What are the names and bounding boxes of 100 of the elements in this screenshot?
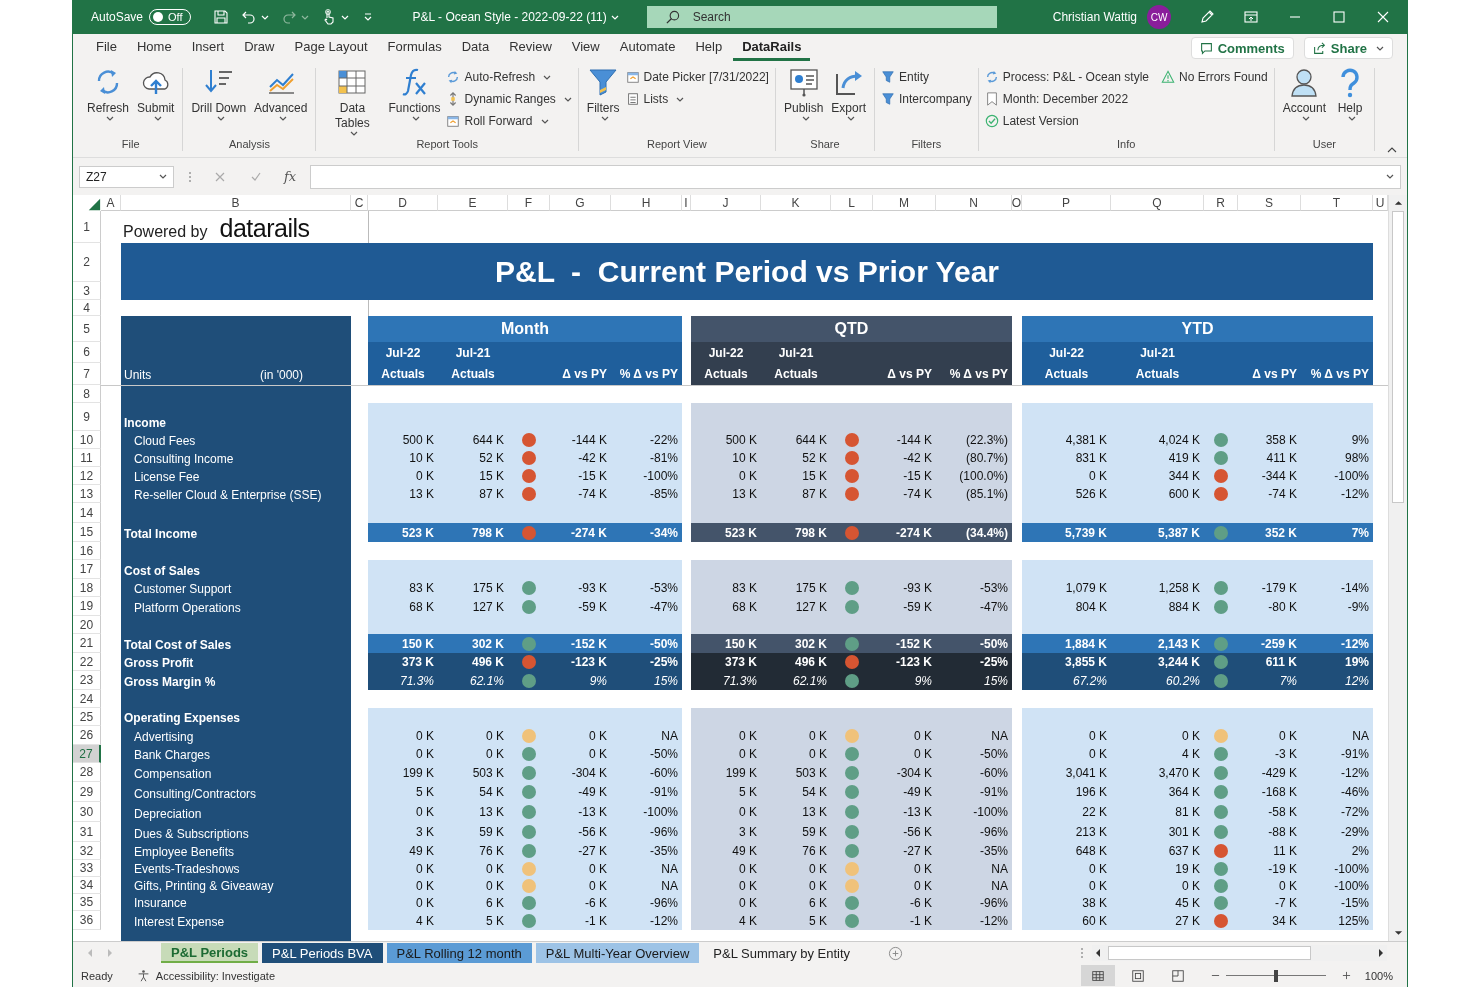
search-field[interactable]: Search bbox=[646, 6, 997, 28]
insert-function-button[interactable]: fx bbox=[284, 169, 297, 184]
ribbon-button[interactable]: Submit bbox=[135, 64, 177, 123]
accessibility-icon[interactable] bbox=[136, 969, 150, 982]
column-header[interactable]: G bbox=[550, 195, 611, 211]
maximize-icon[interactable] bbox=[1331, 9, 1347, 25]
drag-handle-icon[interactable] bbox=[188, 170, 192, 183]
column-header[interactable]: M bbox=[873, 195, 936, 211]
row-header[interactable]: 35 bbox=[73, 894, 101, 911]
row-header[interactable]: 27 bbox=[73, 745, 101, 763]
column-header[interactable]: O bbox=[1012, 195, 1022, 211]
row-header[interactable]: 7 bbox=[73, 363, 101, 385]
row-header[interactable]: 2 bbox=[73, 243, 101, 282]
zoom-level[interactable]: 100% bbox=[1364, 969, 1393, 982]
column-header[interactable]: S bbox=[1238, 195, 1301, 211]
row-header[interactable]: 5 bbox=[73, 316, 101, 342]
row-header[interactable]: 18 bbox=[73, 579, 101, 597]
ribbon-tab[interactable]: Home bbox=[127, 35, 181, 61]
zoom-thumb[interactable] bbox=[1273, 969, 1278, 982]
share-button[interactable]: Share bbox=[1303, 37, 1393, 59]
column-header[interactable]: F bbox=[508, 195, 550, 211]
ribbon-tab[interactable]: Data bbox=[452, 35, 499, 61]
sheet-tab[interactable]: P&L Multi-Year Overview bbox=[535, 943, 700, 963]
column-header[interactable]: A bbox=[101, 195, 121, 211]
column-header[interactable]: P bbox=[1022, 195, 1111, 211]
drag-handle-icon[interactable] bbox=[1080, 947, 1084, 959]
column-header[interactable]: K bbox=[761, 195, 831, 211]
ribbon-button[interactable]: Help bbox=[1332, 64, 1369, 123]
customize-icon[interactable] bbox=[362, 12, 373, 22]
row-header[interactable]: 32 bbox=[73, 842, 101, 860]
add-sheet-icon[interactable] bbox=[888, 945, 904, 961]
ribbon-button[interactable]: Publish bbox=[781, 64, 826, 123]
scroll-up-icon[interactable] bbox=[1393, 200, 1403, 206]
row-header[interactable]: 15 bbox=[73, 523, 101, 542]
ribbon-button[interactable]: Functions bbox=[386, 64, 443, 123]
ribbon-button[interactable]: Month: December 2022 bbox=[984, 88, 1149, 110]
row-header[interactable]: 23 bbox=[73, 671, 101, 690]
row-header[interactable]: 34 bbox=[73, 877, 101, 894]
column-header[interactable]: Q bbox=[1111, 195, 1204, 211]
column-header[interactable]: N bbox=[936, 195, 1012, 211]
select-all-button[interactable] bbox=[87, 197, 101, 211]
ribbon-tab[interactable]: File bbox=[87, 35, 126, 61]
ribbon-tab[interactable]: Draw bbox=[235, 35, 284, 61]
ribbon-button[interactable]: Auto-Refresh bbox=[446, 66, 572, 88]
user-avatar[interactable]: CW bbox=[1147, 5, 1171, 29]
vertical-scrollbar[interactable] bbox=[1388, 195, 1407, 941]
row-header[interactable]: 13 bbox=[73, 485, 101, 503]
ribbon-button[interactable]: Intercompany bbox=[881, 88, 972, 110]
document-title[interactable]: P&L - Ocean Style - 2022-09-22 (11) bbox=[412, 10, 607, 24]
column-header[interactable]: J bbox=[691, 195, 761, 211]
row-header[interactable]: 22 bbox=[73, 653, 101, 671]
ribbon-button[interactable]: Process: P&L - Ocean style bbox=[984, 66, 1149, 88]
row-header[interactable]: 21 bbox=[73, 634, 101, 653]
ribbon-button[interactable]: Advanced bbox=[252, 64, 310, 123]
ribbon-button[interactable]: No Errors Found bbox=[1161, 66, 1268, 88]
collapse-icon[interactable] bbox=[1387, 147, 1397, 153]
zoom-in-icon[interactable] bbox=[1341, 971, 1351, 980]
row-header[interactable]: 11 bbox=[73, 449, 101, 467]
scroll-down-icon[interactable] bbox=[1393, 930, 1403, 936]
row-header[interactable]: 10 bbox=[73, 431, 101, 449]
sheet-tab[interactable]: P&L Summary by Entity bbox=[703, 943, 861, 963]
column-header[interactable]: B bbox=[121, 195, 351, 211]
ribbon-button[interactable]: Date Picker [7/31/2022] bbox=[625, 66, 769, 88]
ribbon-button[interactable]: Latest Version bbox=[984, 110, 1149, 132]
row-header[interactable]: 6 bbox=[73, 342, 101, 363]
row-header[interactable]: 17 bbox=[73, 560, 101, 579]
column-header[interactable]: L bbox=[831, 195, 873, 211]
column-header[interactable]: R bbox=[1204, 195, 1238, 211]
row-header[interactable]: 14 bbox=[73, 503, 101, 523]
comments-button[interactable]: Comments bbox=[1190, 37, 1294, 59]
row-header[interactable]: 19 bbox=[73, 597, 101, 616]
ribbon-button[interactable]: Dynamic Ranges bbox=[446, 88, 572, 110]
column-header[interactable]: C bbox=[351, 195, 368, 211]
ribbon-button[interactable]: Export bbox=[829, 64, 868, 123]
row-header[interactable]: 26 bbox=[73, 726, 101, 745]
window-icon[interactable] bbox=[1243, 9, 1259, 25]
row-header[interactable]: 33 bbox=[73, 860, 101, 877]
row-header[interactable]: 28 bbox=[73, 763, 101, 782]
row-header[interactable]: 31 bbox=[73, 822, 101, 842]
pen-icon[interactable] bbox=[1199, 9, 1215, 25]
ribbon-tab[interactable]: View bbox=[562, 35, 609, 61]
row-header[interactable]: 20 bbox=[73, 616, 101, 634]
ribbon-button[interactable]: Roll Forward bbox=[446, 110, 572, 132]
ribbon-button[interactable]: Refresh bbox=[85, 64, 132, 123]
scrollbar-thumb[interactable] bbox=[1392, 211, 1404, 503]
column-header[interactable]: T bbox=[1301, 195, 1373, 211]
name-box[interactable]: Z27 bbox=[79, 165, 174, 188]
column-header[interactable]: H bbox=[611, 195, 682, 211]
row-header[interactable]: 3 bbox=[73, 282, 101, 300]
row-header[interactable]: 1 bbox=[73, 211, 101, 243]
row-header[interactable]: 29 bbox=[73, 782, 101, 802]
check-icon[interactable] bbox=[250, 170, 262, 183]
scroll-left-icon[interactable] bbox=[1095, 948, 1101, 958]
row-header[interactable]: 24 bbox=[73, 690, 101, 708]
ribbon-tab[interactable]: DataRails bbox=[733, 35, 811, 61]
row-header[interactable]: 12 bbox=[73, 467, 101, 485]
row-header[interactable]: 30 bbox=[73, 802, 101, 822]
ribbon-tab[interactable]: Page Layout bbox=[285, 35, 377, 61]
close-icon[interactable] bbox=[1375, 9, 1391, 25]
row-header[interactable]: 36 bbox=[73, 911, 101, 930]
